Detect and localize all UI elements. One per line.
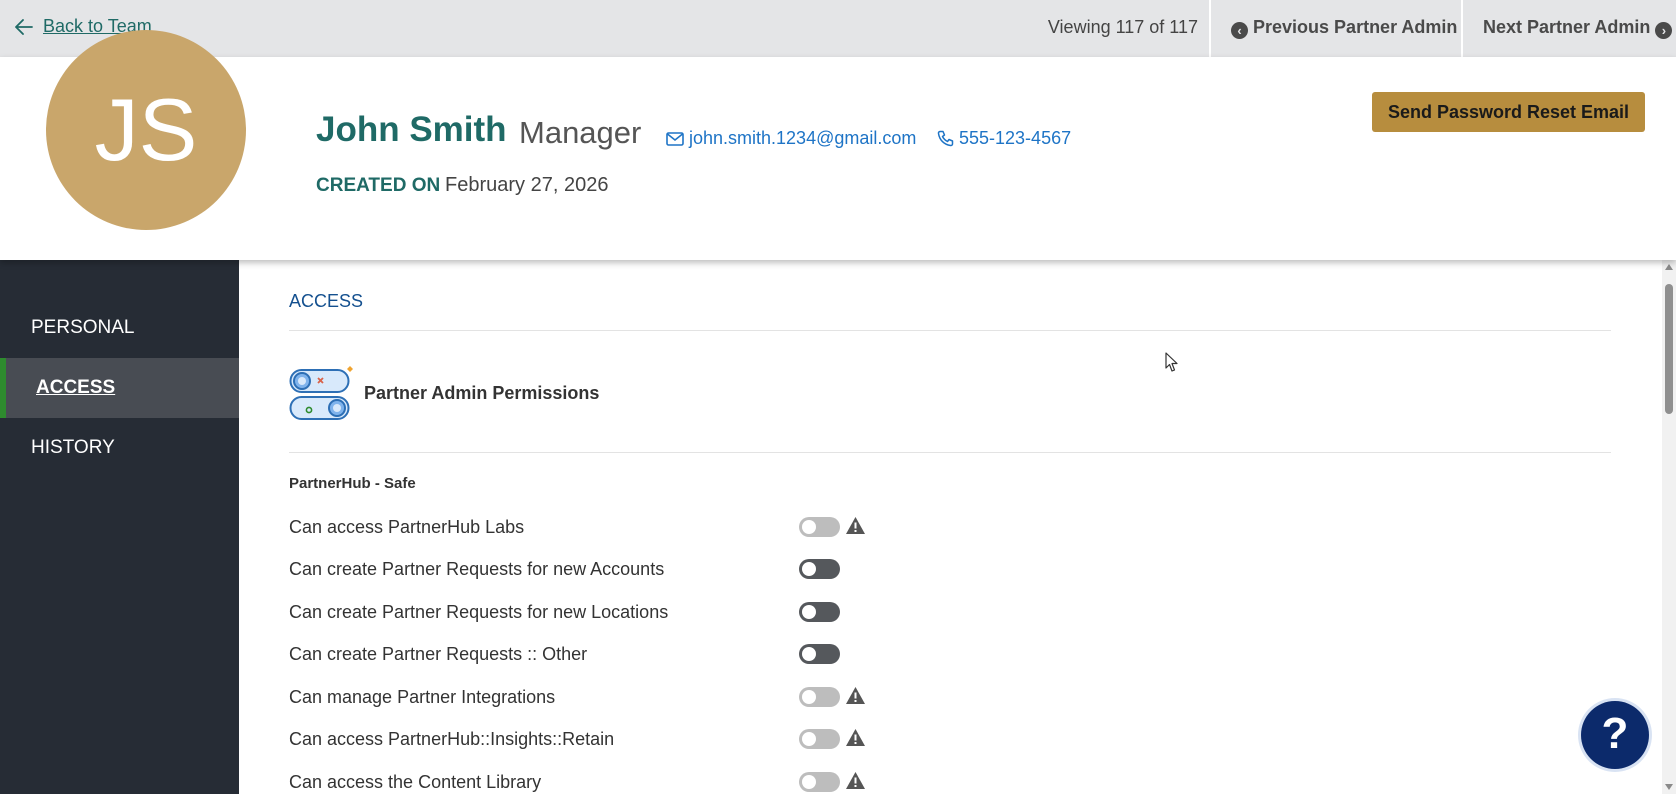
permission-row: Can manage Partner Integrations [289, 683, 989, 713]
toggle-switches-icon [289, 366, 353, 420]
permission-row: Can create Partner Requests for new Loca… [289, 598, 989, 628]
permission-label: Can create Partner Requests for new Loca… [289, 602, 669, 622]
profile-role: Manager [519, 115, 642, 150]
envelope-icon [666, 131, 684, 146]
profile-name: John Smith [316, 110, 507, 149]
permission-label: Can create Partner Requests :: Other [289, 644, 588, 664]
permission-row: Can access PartnerHub Labs [289, 513, 989, 543]
arrow-left-icon [15, 18, 33, 35]
permission-toggle[interactable] [799, 729, 840, 749]
divider [289, 330, 1611, 331]
created-on-label: CREATED ON [316, 175, 441, 196]
permission-row: Can create Partner Requests :: Other [289, 640, 989, 670]
sidebar-item-access[interactable]: ACCESS [0, 358, 239, 418]
permission-label: Can access the Content Library [289, 772, 542, 792]
permission-toggle[interactable] [799, 644, 840, 664]
divider [289, 452, 1611, 453]
access-panel: ACCESS Partner Admin Permissions Partner… [239, 260, 1662, 794]
sidebar-item-personal[interactable]: PERSONAL [0, 298, 239, 358]
scroll-down-arrow-icon[interactable] [1665, 784, 1673, 790]
profile-email-text: john.smith.1234@gmail.com [689, 128, 917, 148]
previous-partner-admin-button[interactable]: ‹ Previous Partner Admin [1209, 0, 1461, 57]
section-title: ACCESS [289, 291, 364, 311]
phone-icon [937, 130, 954, 147]
top-nav-bar: Back to Team Viewing 117 of 117 ‹ Previo… [0, 0, 1676, 57]
scrollbar[interactable] [1662, 260, 1676, 794]
profile-phone-text: 555-123-4567 [959, 128, 1072, 148]
profile-phone-link[interactable]: 555-123-4567 [937, 128, 1071, 149]
permission-row: Can create Partner Requests for new Acco… [289, 555, 989, 585]
permission-label: Can create Partner Requests for new Acco… [289, 559, 665, 579]
permission-toggle[interactable] [799, 687, 840, 707]
mouse-cursor-icon [1165, 352, 1178, 372]
sidebar-item-history[interactable]: HISTORY [0, 418, 239, 478]
next-partner-admin-label: Next Partner Admin [1483, 17, 1651, 37]
warning-icon [846, 517, 865, 534]
permission-toggle[interactable] [799, 559, 840, 579]
permission-toggle[interactable] [799, 772, 840, 792]
scrollbar-thumb[interactable] [1665, 284, 1673, 414]
permission-toggle[interactable] [799, 602, 840, 622]
chevron-left-circle-icon: ‹ [1231, 22, 1248, 39]
sidebar-nav: PERSONAL ACCESS HISTORY [0, 260, 239, 794]
permissions-title: Partner Admin Permissions [364, 383, 600, 403]
scroll-up-arrow-icon[interactable] [1665, 264, 1673, 270]
send-password-reset-button[interactable]: Send Password Reset Email [1372, 92, 1645, 132]
help-button[interactable]: ? [1581, 701, 1649, 769]
permission-row: Can access the Content Library [289, 768, 989, 794]
warning-icon [846, 772, 865, 789]
profile-email-link[interactable]: john.smith.1234@gmail.com [666, 128, 916, 149]
permission-toggle[interactable] [799, 517, 840, 537]
next-partner-admin-button[interactable]: Next Partner Admin › [1461, 0, 1676, 57]
previous-partner-admin-label: Previous Partner Admin [1253, 17, 1458, 37]
avatar: JS [46, 30, 246, 230]
permission-label: Can manage Partner Integrations [289, 687, 556, 707]
warning-icon [846, 729, 865, 746]
permission-group-title: PartnerHub - Safe [289, 475, 416, 492]
profile-header: John Smith Manager john.smith.1234@gmail… [0, 57, 1676, 260]
chevron-right-circle-icon: › [1655, 22, 1673, 39]
warning-icon [846, 687, 865, 704]
created-on-date: February 27, 2026 [445, 174, 609, 196]
permission-row: Can access PartnerHub::Insights::Retain [289, 725, 989, 755]
viewing-count: Viewing 117 of 117 [1047, 17, 1198, 37]
permission-label: Can access PartnerHub Labs [289, 517, 525, 537]
permission-label: Can access PartnerHub::Insights::Retain [289, 729, 615, 749]
